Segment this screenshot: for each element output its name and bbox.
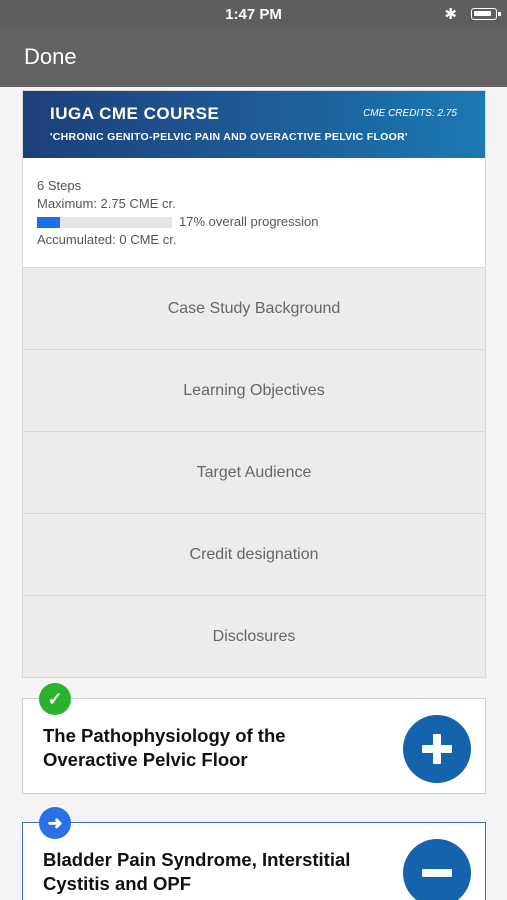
progress-bar <box>37 217 172 228</box>
menu-item-case-study[interactable]: Case Study Background <box>23 267 485 349</box>
course-credits: CME CREDITS: 2.75 <box>363 108 457 119</box>
course-stats: 6 Steps Maximum: 2.75 CME cr. 17% overal… <box>23 158 485 267</box>
plus-icon[interactable] <box>403 715 471 783</box>
accumulated-credits: Accumulated: 0 CME cr. <box>37 232 177 247</box>
minus-icon[interactable] <box>403 839 471 900</box>
module-card[interactable]: Bladder Pain Syndrome, Interstitial Cyst… <box>22 822 486 900</box>
progress-label: 17% overall progression <box>179 214 319 229</box>
nav-bar: Done <box>0 29 507 87</box>
course-title: IUGA CME COURSE <box>50 104 220 123</box>
progress-fill <box>37 217 60 228</box>
menu-item-learning-objectives[interactable]: Learning Objectives <box>23 349 485 431</box>
maximum-credits: Maximum: 2.75 CME cr. <box>37 196 176 211</box>
clock: 1:47 PM <box>225 6 282 23</box>
progress-row: 17% overall progression <box>37 213 471 231</box>
done-button[interactable]: Done <box>24 44 77 70</box>
status-bar: 1:47 PM ✱ <box>0 0 507 29</box>
steps-count: 6 Steps <box>37 178 82 193</box>
module-title: Bladder Pain Syndrome, Interstitial Cyst… <box>43 849 351 894</box>
course-banner: IUGA CME COURSE CME CREDITS: 2.75 'CHRON… <box>23 91 485 158</box>
battery-icon <box>471 8 501 20</box>
arrow-right-icon: ➜ <box>39 807 71 839</box>
check-icon: ✓ <box>39 683 71 715</box>
menu-item-disclosures[interactable]: Disclosures <box>23 595 485 677</box>
course-content[interactable]: IUGA CME COURSE CME CREDITS: 2.75 'CHRON… <box>0 87 507 900</box>
menu-item-credit-designation[interactable]: Credit designation <box>23 513 485 595</box>
course-card: IUGA CME COURSE CME CREDITS: 2.75 'CHRON… <box>22 90 486 678</box>
module-title: The Pathophysiology of the Overactive Pe… <box>43 725 286 770</box>
menu-item-target-audience[interactable]: Target Audience <box>23 431 485 513</box>
course-subtitle: 'CHRONIC GENITO-PELVIC PAIN AND OVERACTI… <box>50 131 408 143</box>
bluetooth-icon: ✱ <box>444 6 457 23</box>
module-card[interactable]: The Pathophysiology of the Overactive Pe… <box>22 698 486 794</box>
